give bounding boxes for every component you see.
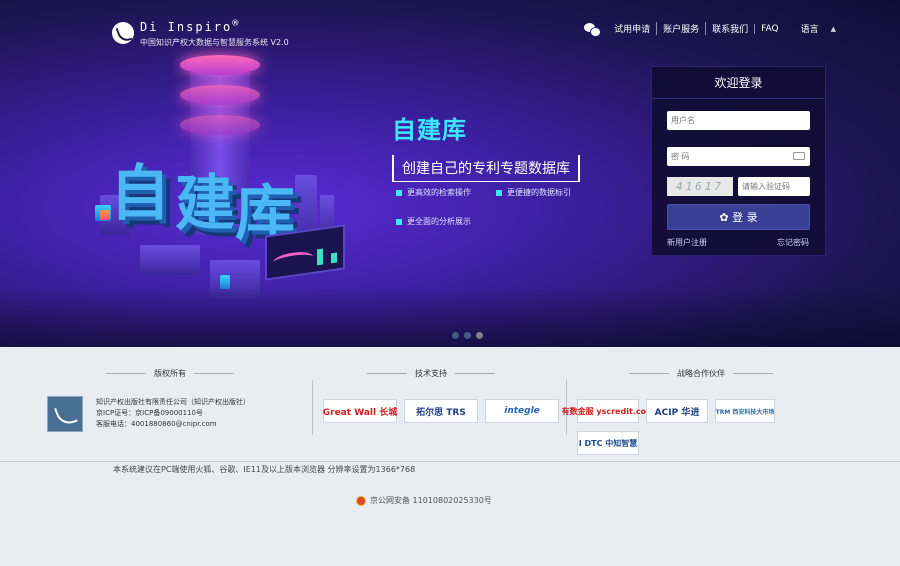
language-selector[interactable]: 语言 ▲ — [800, 22, 836, 36]
footer-divider — [0, 461, 900, 462]
hero-banner: Di Inspiro® 中国知识产权大数据与智慧服务系统 V2.0 试用申请 账… — [0, 0, 900, 347]
partner-logo-integle[interactable]: integle — [485, 399, 559, 423]
tech-support-title: 技术支持 — [367, 368, 495, 379]
nav-faq[interactable]: FAQ — [754, 23, 784, 34]
hero-subtitle: 创建自己的专利专题数据库 — [392, 155, 580, 182]
browser-notice: 本系统建议在PC端使用火狐、谷歌、IE11及以上版本浏览器 分辨率设置为1366… — [113, 465, 416, 474]
footer: 版权所有 技术支持 战略合作伙伴 知识产权出版社有限责任公司（知识产权出版社） … — [0, 347, 900, 566]
forgot-password-link[interactable]: 忘记密码 — [777, 237, 809, 248]
chevron-up-icon: ▲ — [830, 24, 836, 33]
hero-slogan: 自建库 创建自己的专利专题数据库 — [392, 110, 580, 182]
partner-logo-idtc[interactable]: I DTC 中知智慧 — [577, 431, 639, 455]
hero-big-char-2: 建 — [175, 169, 235, 239]
feature-item-analysis: 更全面的分析展示 — [396, 216, 471, 227]
password-placeholder: 密 码 — [671, 152, 690, 161]
nav-trial-apply[interactable]: 试用申请 — [608, 22, 656, 35]
top-navigation: 试用申请 账户服务 联系我们 FAQ 语言 ▲ — [584, 22, 836, 37]
bullet-icon — [396, 189, 402, 196]
login-title: 欢迎登录 — [652, 67, 825, 99]
nav-account-service[interactable]: 账户服务 — [656, 22, 705, 35]
language-label: 语言 — [800, 25, 819, 35]
login-panel: 欢迎登录 密 码 41617 ✿ 登 录 新用户注册 忘记密码 — [651, 66, 826, 256]
password-field[interactable]: 密 码 — [667, 147, 810, 166]
login-icon: ✿ — [719, 211, 733, 224]
brand-name: Di Inspiro — [140, 20, 233, 34]
icp-record[interactable]: 京公网安备 11010802025330号 — [356, 495, 492, 506]
illustration-chart-screen — [265, 224, 345, 281]
register-link[interactable]: 新用户注册 — [667, 237, 707, 248]
brand-reg-mark: ® — [232, 18, 241, 29]
captcha-input[interactable] — [738, 177, 810, 196]
keyboard-icon[interactable] — [793, 152, 805, 160]
partner-logo-greatwall[interactable]: Great Wall 长城 — [323, 399, 397, 423]
hero-title: 自建库 — [392, 116, 467, 144]
nav-contact-us[interactable]: 联系我们 — [705, 22, 754, 35]
bullet-icon — [496, 189, 502, 196]
publisher-logo — [47, 396, 83, 432]
partner-logo-yscredit[interactable]: 有数金服 yscredit.com — [562, 399, 654, 423]
police-badge-icon — [356, 495, 366, 506]
feature-item-tagging: 更便捷的数据标引 — [496, 187, 571, 198]
hero-big-char-1: 自 — [110, 159, 170, 229]
copyright-info: 知识产权出版社有限责任公司（知识产权出版社） 京ICP证号：京ICP备09000… — [96, 398, 250, 428]
copyright-title: 版权所有 — [106, 368, 234, 379]
login-button-label: 登 录 — [732, 211, 758, 224]
partner-logo-acip[interactable]: ACIP 华进 — [646, 399, 708, 423]
strategy-partners-title: 战略合作伙伴 — [629, 368, 773, 379]
brand-logo-icon — [112, 22, 134, 44]
partner-logo-trs[interactable]: 拓尔思 TRS — [404, 399, 478, 423]
bullet-icon — [396, 218, 402, 225]
feature-item-search: 更高效的检索操作 — [396, 187, 471, 198]
username-input[interactable] — [667, 111, 810, 130]
partner-logo-trm[interactable]: TRM 西安科技大市场 — [715, 399, 775, 423]
captcha-image[interactable]: 41617 — [667, 177, 733, 196]
login-button[interactable]: ✿ 登 录 — [667, 204, 810, 230]
wechat-icon[interactable] — [584, 22, 602, 37]
brand-logo[interactable]: Di Inspiro® 中国知识产权大数据与智慧服务系统 V2.0 — [112, 18, 289, 48]
